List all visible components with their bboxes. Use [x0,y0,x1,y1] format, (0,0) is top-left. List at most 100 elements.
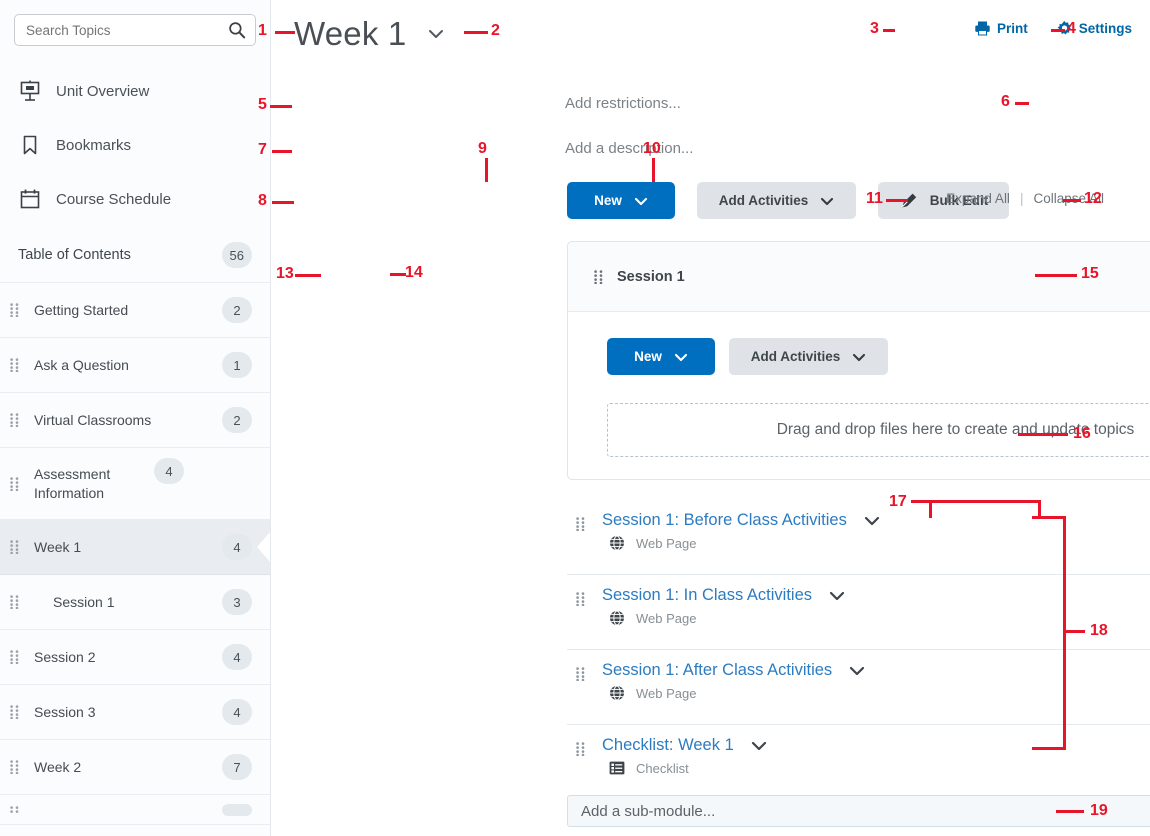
topic-title-link[interactable]: Session 1: After Class Activities [602,661,832,680]
annotation-line-14 [390,273,406,276]
sidebar-nav: Unit Overview Bookmarks Course Schedule [0,64,270,226]
page-title: Week 1 [294,15,407,52]
toc-item-partial[interactable] [0,795,270,825]
topic-title-link[interactable]: Session 1: Before Class Activities [602,511,847,530]
sidebar-item-bookmarks[interactable]: Bookmarks [0,118,270,172]
toc-item-label: Session 1 [53,593,115,610]
sidebar-item-label: Bookmarks [56,136,132,154]
toc-item-label: Virtual Classrooms [34,411,152,428]
settings-label: Settings [1078,21,1132,36]
new-button[interactable]: New [567,182,675,219]
drag-handle-icon[interactable] [576,667,590,681]
annotation-6: 6 [1001,93,1010,110]
toc-item-count: 4 [222,644,252,670]
annotation-line-13 [295,274,321,277]
drag-handle-icon[interactable] [576,592,590,606]
chevron-down-icon[interactable] [750,740,768,752]
drag-handle-icon[interactable] [576,742,590,756]
annotation-line-17-left [929,500,932,518]
annotation-line-15 [1035,274,1077,277]
annotation-10: 10 [643,140,661,157]
presentation-icon [18,79,42,103]
annotation-line-18-bottom [1032,747,1066,750]
separator: | [1019,191,1024,206]
annotation-line-19 [1056,810,1084,813]
drag-handle-icon[interactable] [594,269,603,284]
print-button[interactable]: Print [974,20,1028,37]
drag-handle-icon[interactable] [10,650,24,664]
annotation-line-10 [652,158,655,182]
topic-main: Session 1: In Class Activities Web Page [602,586,1150,626]
sidebar-item-unit-overview[interactable]: Unit Overview [0,64,270,118]
topic-type-label: Web Page [636,535,697,551]
submodule-add-activities-button[interactable]: Add Activities [729,338,888,375]
bookmark-icon [18,133,42,157]
toc-item-session-3[interactable]: Session 3 4 [0,685,270,740]
drag-handle-icon[interactable] [10,540,24,554]
toc-item-session-1[interactable]: Session 1 3 [0,575,270,630]
annotation-line-6 [1015,102,1029,105]
annotation-16: 16 [1073,425,1091,442]
topic-main: Session 1: Before Class Activities Web P… [602,511,1150,551]
topic-title-line: Session 1: Before Class Activities [602,511,1150,530]
topic-type-label: Web Page [636,685,697,701]
chevron-down-icon[interactable] [863,515,881,527]
search-input[interactable] [15,15,255,45]
topic-title-line: Session 1: After Class Activities [602,661,1150,680]
topic-title-line: Session 1: In Class Activities [602,586,1150,605]
submodule-toolbar: New Add Activities [607,338,1150,375]
toc-title: Table of Contents [18,247,131,263]
annotation-line-9 [485,158,488,182]
drag-handle-icon[interactable] [10,760,24,774]
toc-item-label: Week 2 [34,758,82,775]
drag-handle-icon[interactable] [10,303,24,317]
topic-subline: Web Page [602,610,1150,626]
annotation-line-18-spine [1063,516,1066,750]
print-label: Print [996,21,1028,36]
add-activities-label: Add Activities [718,193,809,208]
toc-item-week-1[interactable]: Week 1 4 [0,520,270,575]
add-description-field[interactable]: Add a description... [565,140,693,157]
search-icon[interactable] [228,21,246,39]
sidebar-item-course-schedule[interactable]: Course Schedule [0,172,270,226]
topic-title-link[interactable]: Session 1: In Class Activities [602,586,812,605]
expand-all-link[interactable]: Expand All [946,191,1010,206]
add-activities-button[interactable]: Add Activities [697,182,856,219]
file-dropzone[interactable]: Drag and drop files here to create and u… [607,403,1150,457]
topic-type-label: Web Page [636,610,697,626]
toc-item-count: 3 [222,589,252,615]
submodule-header[interactable]: Session 1 [568,242,1150,312]
toc-item-label: Getting Started [34,301,129,318]
toc-item-label: Week 1 [34,538,82,555]
submodule-new-button[interactable]: New [607,338,715,375]
drag-handle-icon[interactable] [10,805,24,814]
toc-item-week-2[interactable]: Week 2 7 [0,740,270,795]
toc-item-assessment-information[interactable]: Assessment Information 4 [0,448,270,520]
search-box[interactable] [14,14,256,46]
annotation-line-1 [275,31,295,34]
toc-item-count: 4 [222,534,252,560]
chevron-down-icon[interactable] [828,590,846,602]
drag-handle-icon[interactable] [10,358,24,372]
add-restrictions-field[interactable]: Add restrictions... [565,95,681,112]
drag-handle-icon[interactable] [10,413,24,427]
chevron-down-icon [820,196,834,206]
chevron-down-icon [634,196,648,206]
topic-title-link[interactable]: Checklist: Week 1 [602,736,734,755]
drag-handle-icon[interactable] [10,705,24,719]
annotation-4: 4 [1067,20,1076,37]
drag-handle-icon[interactable] [10,595,24,609]
toc-item-ask-a-question[interactable]: Ask a Question 1 [0,338,270,393]
chevron-down-icon [674,352,688,362]
toc-item-virtual-classrooms[interactable]: Virtual Classrooms 2 [0,393,270,448]
toc-item-getting-started[interactable]: Getting Started 2 [0,283,270,338]
toc-item-session-2[interactable]: Session 2 4 [0,630,270,685]
chevron-down-icon[interactable] [848,665,866,677]
page-root: Unit Overview Bookmarks [0,0,1150,836]
drag-handle-icon[interactable] [10,476,24,491]
annotation-14: 14 [405,264,423,281]
drag-handle-icon[interactable] [576,517,590,531]
chevron-down-icon[interactable] [426,27,446,41]
annotation-3: 3 [870,20,879,37]
toc-list: Getting Started 2 Ask a Question 1 Virtu… [0,282,270,825]
